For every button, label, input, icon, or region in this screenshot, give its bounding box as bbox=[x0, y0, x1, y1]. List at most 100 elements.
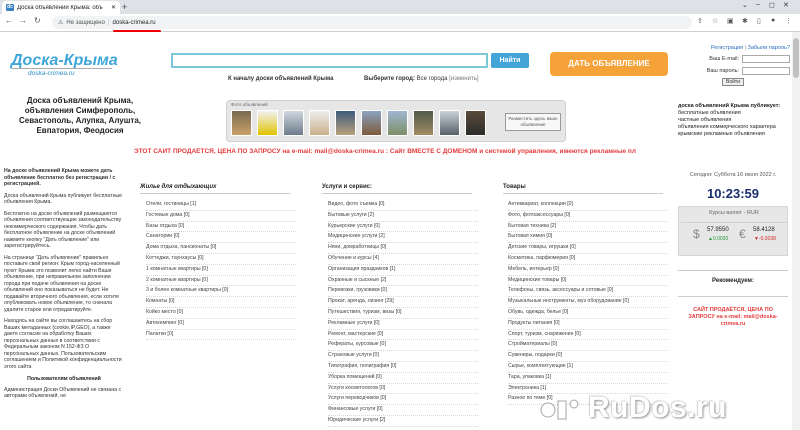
list-item[interactable]: 1 комнатные квартиры [0] bbox=[146, 265, 296, 276]
list-item[interactable]: Обувь, одежда, белье [0] bbox=[508, 308, 668, 319]
list-item[interactable]: Перевозки, грузовики [0] bbox=[328, 286, 478, 298]
gallery-thumb[interactable] bbox=[465, 110, 486, 136]
url-text[interactable]: doska-crimea.ru bbox=[113, 20, 156, 26]
list-item[interactable]: Прокат, аренда, лизинг [29] bbox=[328, 297, 478, 308]
category-divider bbox=[322, 193, 472, 194]
list-item[interactable]: Музыкальные инструменты, муз оборудовани… bbox=[508, 297, 668, 308]
list-item[interactable]: Детские товары, игрушки [0] bbox=[508, 243, 668, 254]
list-item[interactable]: Койко место [0] bbox=[146, 308, 296, 319]
list-item[interactable]: 3 и более комнатные квартиры [0] bbox=[146, 286, 296, 298]
list-item[interactable]: Дома отдыха, пансионаты [0] bbox=[146, 243, 296, 254]
list-item[interactable]: Курьерские услуги [0] bbox=[328, 222, 478, 233]
watermark-text: RuDos.ru bbox=[588, 391, 727, 424]
list-item[interactable]: Комнаты [0] bbox=[146, 297, 296, 308]
list-item[interactable]: 2 комнатные квартиры [0] bbox=[146, 276, 296, 287]
forward-arrow-icon[interactable]: → bbox=[19, 16, 27, 25]
list-item[interactable]: Видео, фото съемка [0] bbox=[328, 200, 478, 211]
list-item[interactable]: Услуги косметологов [0] bbox=[328, 384, 478, 395]
list-item[interactable]: Антиквариат, коллекции [0] bbox=[508, 200, 668, 211]
gallery-thumb[interactable] bbox=[231, 110, 252, 136]
list-item[interactable]: Охранные и сыскные [2] bbox=[328, 276, 478, 287]
list-item[interactable]: Страховые услуги [0] bbox=[328, 351, 478, 362]
gallery-thumb[interactable] bbox=[387, 110, 408, 136]
reload-icon[interactable]: ↻ bbox=[34, 16, 41, 25]
rudos-logo-icon bbox=[540, 399, 579, 420]
password-field[interactable] bbox=[742, 67, 790, 75]
scrollbar-thumb[interactable] bbox=[793, 38, 799, 78]
list-item[interactable]: Тара, упаковка [1] bbox=[508, 373, 668, 384]
post-ad-button[interactable]: ДАТЬ ОБЪЯВЛЕНИЕ bbox=[550, 52, 668, 76]
browser-tab[interactable]: dc Доска объявлений Крыма: объ ✕ bbox=[2, 1, 120, 14]
list-item[interactable]: Продукты питания [0] bbox=[508, 319, 668, 330]
new-tab-button[interactable]: + bbox=[122, 2, 127, 12]
list-item[interactable]: Сувениры, подарки [0] bbox=[508, 351, 668, 362]
list-item[interactable]: Медицинские товары [0] bbox=[508, 276, 668, 287]
gallery-thumb[interactable] bbox=[439, 110, 460, 136]
list-item[interactable]: Отели, гостиницы [1] bbox=[146, 200, 296, 211]
list-item[interactable]: Телефоны, связь, аксессуары и сотовые [0… bbox=[508, 286, 668, 298]
minimize-button[interactable]: – bbox=[756, 1, 760, 8]
list-item[interactable]: Обучение и курсы [4] bbox=[328, 254, 478, 265]
list-item[interactable]: Услуги переводчиков [0] bbox=[328, 394, 478, 406]
list-item[interactable]: Уборка помещений [0] bbox=[328, 373, 478, 384]
star-icon[interactable]: ☆ bbox=[712, 17, 718, 25]
search-button[interactable]: Найти bbox=[491, 53, 529, 68]
tab-close-icon[interactable]: ✕ bbox=[111, 4, 116, 11]
profile-icon[interactable]: ● bbox=[771, 17, 775, 24]
publish-title: доска объявлений Крыма публикует: bbox=[678, 103, 781, 109]
list-item[interactable]: Автокемпинг [0] bbox=[146, 319, 296, 330]
close-window-button[interactable]: ✕ bbox=[783, 1, 789, 9]
recommend-divider bbox=[678, 296, 788, 297]
tab-search-icon[interactable]: ⌄ bbox=[742, 1, 748, 9]
home-link[interactable]: К началу доски объявлений Крыма bbox=[228, 76, 333, 82]
site-logo-domain[interactable]: doska-crimea.ru bbox=[28, 70, 75, 77]
gallery-thumb[interactable] bbox=[257, 110, 278, 136]
forgot-password-link[interactable]: Забыли пароль? bbox=[748, 45, 790, 51]
list-item[interactable]: Бытовая техника [2] bbox=[508, 222, 668, 233]
menu-icon[interactable]: ⋮ bbox=[785, 17, 792, 25]
scrollbar[interactable] bbox=[792, 32, 800, 430]
address-bar[interactable]: ⚠ Не защищено | doska-crimea.ru bbox=[52, 16, 692, 29]
not-secure-label: Не защищено bbox=[66, 19, 105, 26]
list-item[interactable]: Базы отдыха [0] bbox=[146, 222, 296, 233]
gallery-place-ad-link[interactable]: Разместить здесь ваше объявление bbox=[505, 113, 561, 131]
gallery-thumb[interactable] bbox=[413, 110, 434, 136]
list-item[interactable]: Няни, домработницы [0] bbox=[328, 243, 478, 254]
list-item[interactable]: Типография, полиграфия [0] bbox=[328, 362, 478, 373]
login-button[interactable]: Войти bbox=[722, 78, 744, 86]
list-item[interactable]: Сырье, комплектующие [1] bbox=[508, 362, 668, 373]
extension-icon[interactable]: ▣ bbox=[727, 17, 734, 25]
list-item[interactable]: Финансовые услуги [0] bbox=[328, 405, 478, 416]
extensions-puzzle-icon[interactable]: ✱ bbox=[742, 17, 748, 25]
email-field[interactable] bbox=[742, 55, 790, 63]
list-item[interactable]: Ремонт, мастерские [0] bbox=[328, 330, 478, 341]
gallery-thumb[interactable] bbox=[335, 110, 356, 136]
list-item[interactable]: Фото, фотоаксессуары [0] bbox=[508, 211, 668, 222]
register-link[interactable]: Регистрация bbox=[711, 45, 743, 51]
list-item[interactable]: Стройматериалы [0] bbox=[508, 340, 668, 352]
city-change-link[interactable]: [изменить] bbox=[449, 76, 478, 82]
sidebar-icon[interactable]: ▯ bbox=[757, 17, 761, 25]
share-icon[interactable]: ⇪ bbox=[697, 17, 703, 25]
list-item[interactable]: Гостевые дома [0] bbox=[146, 211, 296, 222]
list-item[interactable]: Медицинские услуги [2] bbox=[328, 232, 478, 244]
list-item[interactable]: Бытовая химия [0] bbox=[508, 232, 668, 244]
list-item[interactable]: Косметика, парфюмерия [0] bbox=[508, 254, 668, 265]
list-item[interactable]: Палатки [0] bbox=[146, 330, 296, 341]
gallery-thumb[interactable] bbox=[361, 110, 382, 136]
list-item[interactable]: Рекламные услуги [0] bbox=[328, 319, 478, 330]
list-item[interactable]: Путешествия, туризм, визы [0] bbox=[328, 308, 478, 319]
list-item[interactable]: Рефераты, курсовые [0] bbox=[328, 340, 478, 352]
list-item[interactable]: Юридические услуги [2] bbox=[328, 416, 478, 427]
list-item[interactable]: Организация праздников [1] bbox=[328, 265, 478, 276]
search-input[interactable] bbox=[171, 53, 488, 68]
list-item[interactable]: Коттеджи, таунхаусы [0] bbox=[146, 254, 296, 265]
list-item[interactable]: Бытовые услуги [2] bbox=[328, 211, 478, 222]
maximize-button[interactable]: ◻ bbox=[769, 1, 775, 9]
list-item[interactable]: Мебель, интерьер [0] bbox=[508, 265, 668, 276]
gallery-thumb[interactable] bbox=[309, 110, 330, 136]
list-item[interactable]: Спорт, туризм, снаряжение [0] bbox=[508, 330, 668, 341]
list-item[interactable]: Санатории [0] bbox=[146, 232, 296, 244]
back-arrow-icon[interactable]: ← bbox=[5, 16, 13, 25]
gallery-thumb[interactable] bbox=[283, 110, 304, 136]
